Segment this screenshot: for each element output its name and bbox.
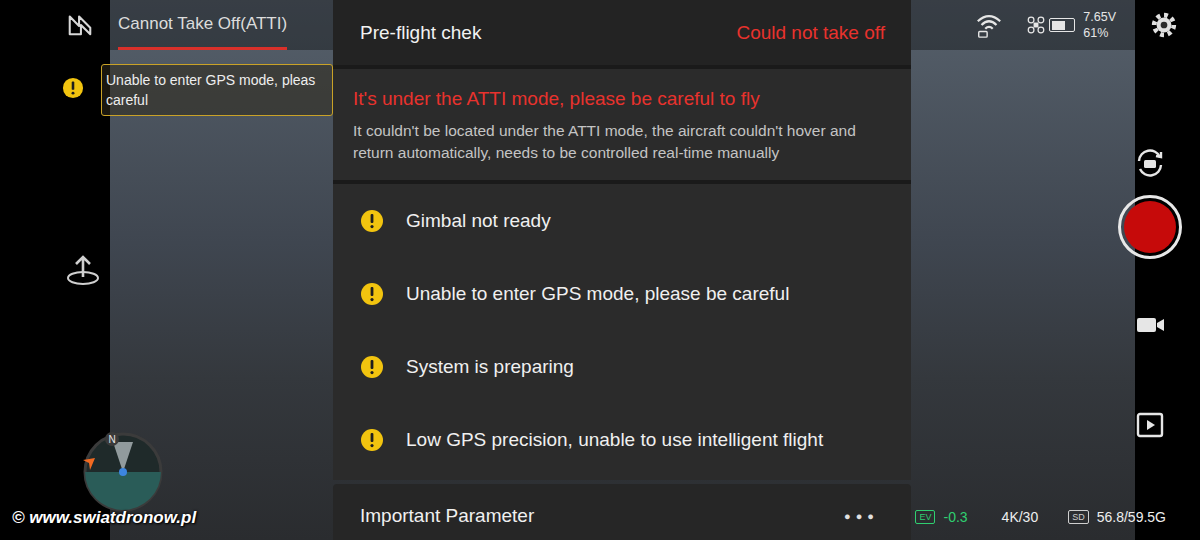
warning-icon	[360, 428, 384, 452]
check-item[interactable]: Low GPS precision, unable to use intelli…	[360, 410, 911, 470]
check-list: Gimbal not ready Unable to enter GPS mod…	[333, 184, 911, 480]
more-button[interactable]: ●●●	[844, 510, 879, 522]
check-label: Low GPS precision, unable to use intelli…	[406, 429, 823, 451]
check-item[interactable]: Unable to enter GPS mode, please be care…	[360, 264, 911, 324]
takeoff-icon[interactable]	[65, 251, 101, 287]
dialog-header: Pre-flight chek Could not take off	[333, 0, 911, 65]
video-format[interactable]: 4K/30	[1002, 509, 1039, 525]
record-button[interactable]	[1118, 195, 1182, 259]
check-item[interactable]: System is preparing	[360, 337, 911, 397]
battery-percent: 61%	[1083, 25, 1116, 41]
compass: N	[81, 430, 165, 514]
warning-icon	[360, 282, 384, 306]
takeoff-status: Could not take off	[736, 22, 885, 44]
flight-status[interactable]: Cannot Take Off(ATTI)	[118, 0, 287, 50]
app-logo-icon[interactable]	[66, 11, 94, 39]
alert-title: It's under the ATTI mode, please be care…	[353, 88, 891, 110]
toast-line: careful	[106, 90, 328, 110]
battery-icon	[1049, 18, 1075, 32]
warning-icon	[360, 355, 384, 379]
playback-icon[interactable]	[1134, 409, 1166, 441]
toast-line: Unable to enter GPS mode, pleas	[106, 70, 328, 90]
gear-icon[interactable]	[1150, 11, 1178, 39]
aircraft-heading-icon	[83, 458, 95, 470]
flight-screen: Cannot Take Off(ATTI) 7.65V 61% N Unable…	[0, 0, 1200, 540]
ev-value[interactable]: -0.3	[943, 509, 967, 525]
toast-message: Unable to enter GPS mode, pleascareful	[101, 64, 333, 116]
watermark: © www.swiatdronow.pl	[12, 508, 196, 528]
record-dot	[1124, 201, 1176, 253]
video-mode-icon[interactable]	[1134, 309, 1166, 341]
ev-label: EV	[915, 510, 935, 524]
drone-icon	[1027, 16, 1045, 34]
warning-icon	[360, 209, 384, 233]
wifi-signal-icon	[975, 11, 1003, 39]
camera-switch-icon[interactable]	[1134, 147, 1166, 179]
check-label: Unable to enter GPS mode, please be care…	[406, 283, 789, 305]
sd-label: SD	[1068, 510, 1089, 524]
camera-status: EV -0.3 4K/30 SD 56.8/59.5G	[915, 509, 1166, 525]
battery-fill	[1052, 21, 1065, 30]
left-rail: N	[0, 50, 170, 540]
compass-north: N	[108, 434, 115, 445]
important-parameter-bar[interactable]: Important Parameter ●●●	[333, 484, 911, 540]
storage-capacity: 56.8/59.5G	[1097, 509, 1166, 525]
check-label: System is preparing	[406, 356, 574, 378]
footer-label: Important Parameter	[360, 505, 534, 527]
aircraft-battery: 7.65V 61%	[1027, 9, 1116, 41]
alert-description: It couldn't be located under the ATTI mo…	[353, 120, 891, 164]
check-label: Gimbal not ready	[406, 210, 551, 232]
warning-toast: Unable to enter GPS mode, pleascareful	[62, 64, 333, 116]
warning-icon	[62, 77, 84, 99]
battery-voltage: 7.65V	[1083, 9, 1116, 25]
check-item[interactable]: Gimbal not ready	[360, 191, 911, 251]
right-rail	[1115, 50, 1200, 540]
preflight-check-dialog: Pre-flight chek Could not take off It's …	[333, 0, 911, 480]
dialog-title: Pre-flight chek	[360, 22, 481, 44]
atti-alert: It's under the ATTI mode, please be care…	[333, 69, 911, 180]
battery-readings: 7.65V 61%	[1083, 9, 1116, 41]
